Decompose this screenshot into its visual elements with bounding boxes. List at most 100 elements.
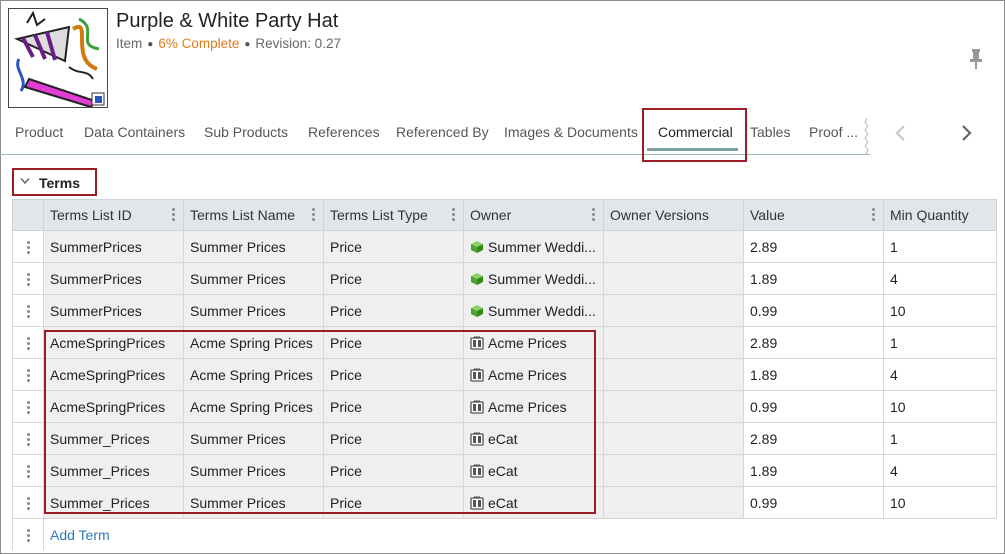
cell-terms-list-id[interactable]: SummerPrices: [43, 230, 184, 263]
row-menu-icon[interactable]: [26, 497, 30, 511]
cell-terms-list-type[interactable]: Price: [323, 454, 464, 487]
column-header-owner[interactable]: Owner: [463, 199, 604, 231]
cell-owner-versions[interactable]: [603, 390, 744, 423]
cell-terms-list-id[interactable]: SummerPrices: [43, 294, 184, 327]
cell-terms-list-type[interactable]: Price: [323, 326, 464, 359]
cell-min-quantity[interactable]: 4: [883, 454, 997, 487]
tab-commercial[interactable]: Commercial: [658, 124, 733, 140]
cell-terms-list-name[interactable]: Summer Prices: [183, 294, 324, 327]
cell-owner-versions[interactable]: [603, 486, 744, 519]
tab-data-containers[interactable]: Data Containers: [84, 124, 185, 140]
cell-owner[interactable]: Summer Weddi...: [463, 230, 604, 263]
cell-terms-list-type[interactable]: Price: [323, 422, 464, 455]
cell-value[interactable]: 1.89: [743, 454, 884, 487]
row-handle[interactable]: [12, 390, 44, 423]
row-handle[interactable]: [12, 454, 44, 487]
cell-min-quantity[interactable]: 1: [883, 422, 997, 455]
cell-owner-versions[interactable]: [603, 230, 744, 263]
cell-owner-versions[interactable]: [603, 262, 744, 295]
table-row[interactable]: SummerPrices Summer Prices Price Summer Wed…: [12, 262, 997, 295]
row-menu-icon[interactable]: [26, 529, 30, 543]
row-handle[interactable]: [12, 422, 44, 455]
table-row[interactable]: AcmeSpringPrices Acme Spring Prices Price A…: [12, 358, 997, 391]
cell-value[interactable]: 1.89: [743, 358, 884, 391]
cell-terms-list-name[interactable]: Summer Prices: [183, 422, 324, 455]
column-header-terms-list-type[interactable]: Terms List Type: [323, 199, 464, 231]
table-row[interactable]: SummerPrices Summer Prices Price Summer Wed…: [12, 230, 997, 263]
section-title-terms[interactable]: Terms: [39, 175, 80, 199]
cell-min-quantity[interactable]: 4: [883, 262, 997, 295]
column-menu-icon[interactable]: [592, 208, 595, 221]
cell-terms-list-type[interactable]: Price: [323, 230, 464, 263]
cell-min-quantity[interactable]: 10: [883, 486, 997, 519]
cell-terms-list-type[interactable]: Price: [323, 262, 464, 295]
cell-owner[interactable]: eCat: [463, 454, 604, 487]
table-row[interactable]: Summer_Prices Summer Prices Price eCat 1.89 4: [12, 454, 997, 487]
cell-terms-list-name[interactable]: Acme Spring Prices: [183, 390, 324, 423]
cell-terms-list-name[interactable]: Summer Prices: [183, 230, 324, 263]
cell-value[interactable]: 2.89: [743, 326, 884, 359]
table-row[interactable]: SummerPrices Summer Prices Price Summer Wed…: [12, 294, 997, 327]
column-menu-icon[interactable]: [172, 208, 175, 221]
cell-terms-list-name[interactable]: Summer Prices: [183, 262, 324, 295]
row-menu-icon[interactable]: [26, 369, 30, 383]
tabs-scroll-left-icon[interactable]: [891, 123, 911, 143]
cell-value[interactable]: 2.89: [743, 230, 884, 263]
product-thumbnail[interactable]: [8, 8, 108, 108]
cell-min-quantity[interactable]: 4: [883, 358, 997, 391]
column-header-min-quantity[interactable]: Min Quantity: [883, 199, 997, 231]
table-row[interactable]: Summer_Prices Summer Prices Price eCat 2.89 1: [12, 422, 997, 455]
column-menu-icon[interactable]: [312, 208, 315, 221]
row-menu-icon[interactable]: [26, 465, 30, 479]
cell-terms-list-name[interactable]: Acme Spring Prices: [183, 358, 324, 391]
cell-min-quantity[interactable]: 10: [883, 390, 997, 423]
row-menu-icon[interactable]: [26, 273, 30, 287]
cell-owner[interactable]: eCat: [463, 486, 604, 519]
row-handle[interactable]: [12, 486, 44, 519]
cell-terms-list-type[interactable]: Price: [323, 294, 464, 327]
tab-proof[interactable]: Proof ...: [809, 124, 858, 140]
cell-terms-list-id[interactable]: AcmeSpringPrices: [43, 326, 184, 359]
cell-owner[interactable]: eCat: [463, 422, 604, 455]
row-menu-icon[interactable]: [26, 337, 30, 351]
cell-min-quantity[interactable]: 1: [883, 230, 997, 263]
tab-sub-products[interactable]: Sub Products: [204, 124, 288, 140]
column-menu-icon[interactable]: [872, 208, 875, 221]
cell-owner-versions[interactable]: [603, 358, 744, 391]
cell-value[interactable]: 1.89: [743, 262, 884, 295]
row-handle[interactable]: [12, 230, 44, 263]
cell-terms-list-id[interactable]: Summer_Prices: [43, 486, 184, 519]
row-menu-icon[interactable]: [26, 241, 30, 255]
row-handle[interactable]: [12, 518, 44, 550]
table-row[interactable]: AcmeSpringPrices Acme Spring Prices Price A…: [12, 326, 997, 359]
cell-terms-list-type[interactable]: Price: [323, 358, 464, 391]
row-menu-icon[interactable]: [26, 401, 30, 415]
cell-min-quantity[interactable]: 10: [883, 294, 997, 327]
cell-terms-list-name[interactable]: Acme Spring Prices: [183, 326, 324, 359]
tab-tables[interactable]: Tables: [750, 124, 790, 140]
row-menu-icon[interactable]: [26, 433, 30, 447]
add-term-link[interactable]: Add Term: [50, 527, 110, 543]
row-handle[interactable]: [12, 294, 44, 327]
pin-icon[interactable]: [968, 48, 984, 70]
cell-owner[interactable]: Summer Weddi...: [463, 294, 604, 327]
collapse-chevron-icon[interactable]: [20, 177, 30, 185]
table-row[interactable]: Summer_Prices Summer Prices Price eCat 0.99 1…: [12, 486, 997, 519]
cell-owner-versions[interactable]: [603, 294, 744, 327]
row-handle[interactable]: [12, 358, 44, 391]
table-row[interactable]: AcmeSpringPrices Acme Spring Prices Price A…: [12, 390, 997, 423]
tab-product[interactable]: Product: [15, 124, 63, 140]
cell-owner-versions[interactable]: [603, 422, 744, 455]
row-menu-icon[interactable]: [26, 305, 30, 319]
cell-value[interactable]: 0.99: [743, 390, 884, 423]
tab-references[interactable]: References: [308, 124, 380, 140]
tab-images-documents[interactable]: Images & Documents: [504, 124, 638, 140]
cell-terms-list-type[interactable]: Price: [323, 486, 464, 519]
cell-terms-list-id[interactable]: AcmeSpringPrices: [43, 358, 184, 391]
cell-owner[interactable]: Acme Prices: [463, 326, 604, 359]
cell-terms-list-name[interactable]: Summer Prices: [183, 486, 324, 519]
column-header-owner-versions[interactable]: Owner Versions: [603, 199, 744, 231]
column-header-value[interactable]: Value: [743, 199, 884, 231]
cell-terms-list-id[interactable]: Summer_Prices: [43, 422, 184, 455]
cell-value[interactable]: 0.99: [743, 486, 884, 519]
